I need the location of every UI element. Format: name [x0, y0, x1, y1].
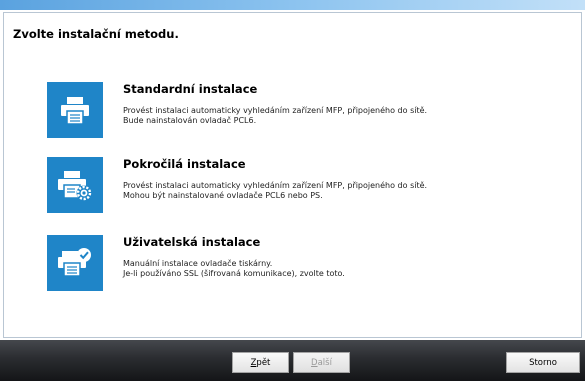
option-title[interactable]: Pokročilá instalace: [123, 157, 246, 171]
option-description: Provést instalaci automaticky vyhledáním…: [123, 106, 428, 125]
option-title[interactable]: Uživatelská instalace: [123, 235, 260, 249]
back-button[interactable]: Zpět: [232, 352, 289, 373]
option-standard-install[interactable]: Standardní instalace Provést instalaci a…: [47, 82, 547, 142]
cancel-button[interactable]: Storno: [506, 352, 580, 373]
option-custom-install[interactable]: Uživatelská instalace Manuální instalace…: [47, 235, 547, 295]
printer-check-icon[interactable]: [47, 235, 103, 291]
option-advanced-install[interactable]: Pokročilá instalace Provést instalaci au…: [47, 157, 547, 217]
next-button[interactable]: Další: [293, 352, 350, 373]
printer-icon[interactable]: [47, 82, 103, 138]
page-title: Zvolte instalační metodu.: [13, 27, 179, 41]
option-title[interactable]: Standardní instalace: [123, 82, 257, 96]
title-bar: [0, 0, 585, 10]
option-description: Provést instalaci automaticky vyhledáním…: [123, 181, 428, 200]
option-description: Manuální instalace ovladače tiskárny. Je…: [123, 259, 345, 278]
printer-gear-icon[interactable]: [47, 157, 103, 213]
